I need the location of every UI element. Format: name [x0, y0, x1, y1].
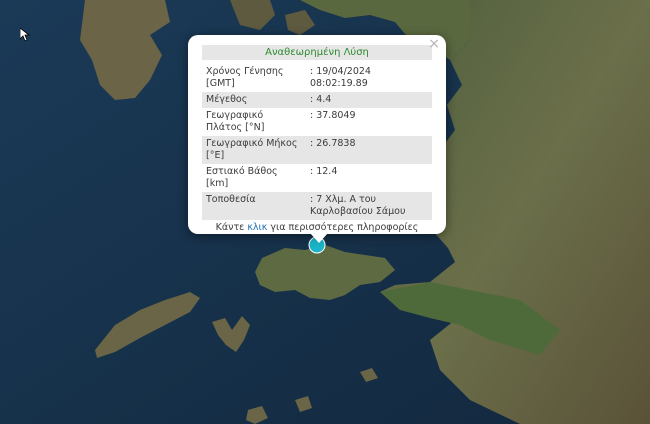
row-longitude: Γεωγραφικό Μήκος [°E] : 26.7838 — [202, 136, 432, 164]
earthquake-info-popup: × Αναθεωρημένη Λύση Χρόνος Γένησης [GMT]… — [188, 35, 446, 243]
close-icon[interactable]: × — [428, 37, 440, 51]
popup-tip — [310, 233, 328, 243]
label-latitude: Γεωγραφικό Πλάτος [°N] — [206, 110, 265, 133]
row-location: Τοποθεσία : 7 Χλμ. Α του Καρλοβασίου Σάμ… — [202, 192, 432, 220]
label-origin-time: Χρόνος Γένησης [GMT] — [206, 66, 284, 89]
more-info-link[interactable]: κλικ — [247, 222, 267, 233]
more-suffix: για περισσότερες πληροφορίες — [270, 222, 419, 233]
popup-title: Αναθεωρημένη Λύση — [202, 45, 432, 60]
value-longitude: : 26.7838 — [306, 136, 432, 164]
row-latitude: Γεωγραφικό Πλάτος [°N] : 37.8049 — [202, 108, 432, 136]
value-latitude: : 37.8049 — [310, 110, 356, 121]
more-prefix: Κάντε — [215, 222, 245, 233]
row-magnitude: Μέγεθος : 4.4 — [202, 92, 432, 108]
label-depth: Εστιακό Βάθος [km] — [206, 166, 278, 189]
value-location: : 7 Χλμ. Α του Καρλοβασίου Σάμου — [306, 192, 432, 220]
label-longitude: Γεωγραφικό Μήκος [°E] — [202, 136, 306, 164]
value-magnitude: : 4.4 — [306, 92, 432, 108]
row-origin-time: Χρόνος Γένησης [GMT] : 19/04/2024 08:02:… — [202, 64, 432, 92]
value-depth: : 12.4 — [310, 166, 338, 177]
label-location: Τοποθεσία — [202, 192, 306, 220]
more-info-line: Κάντε κλικ για περισσότερες πληροφορίες — [202, 222, 432, 233]
value-origin-time: : 19/04/2024 08:02:19.89 — [310, 66, 371, 89]
info-table: Χρόνος Γένησης [GMT] : 19/04/2024 08:02:… — [202, 64, 432, 220]
label-magnitude: Μέγεθος — [202, 92, 306, 108]
row-depth: Εστιακό Βάθος [km] : 12.4 — [202, 164, 432, 192]
mouse-cursor-icon — [20, 28, 30, 42]
